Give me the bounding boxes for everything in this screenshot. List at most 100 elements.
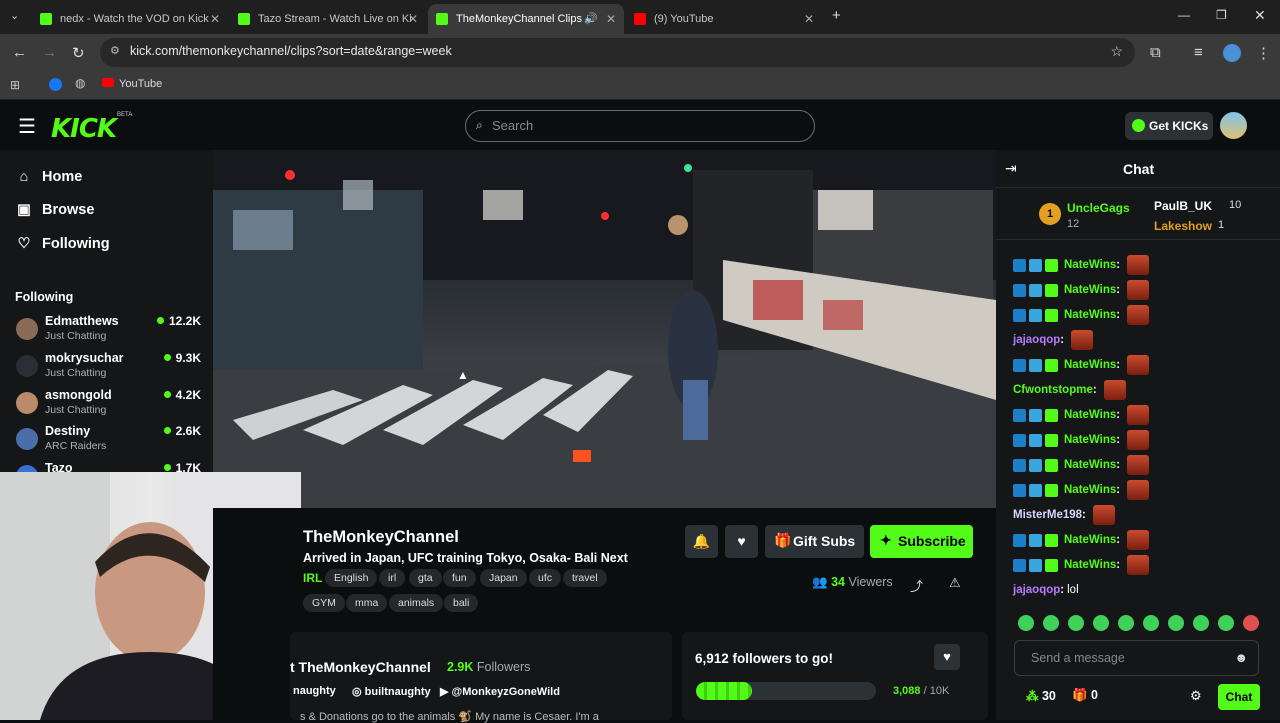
browser-tab-4[interactable]: (9) YouTube ✕ xyxy=(626,4,822,34)
emote-icon[interactable] xyxy=(1043,615,1059,631)
chat-username[interactable]: NateWins xyxy=(1064,259,1116,271)
tag[interactable]: mma xyxy=(346,594,388,612)
followed-channel[interactable]: mokrysuchar Just Chatting 9.3K xyxy=(16,351,201,385)
chat-username[interactable]: jajaoqop xyxy=(1013,584,1060,596)
chat-input[interactable]: Send a message ☻ xyxy=(1014,640,1259,676)
restore-icon[interactable]: ❐ xyxy=(1216,8,1227,22)
search-input[interactable]: ⌕ Search xyxy=(465,110,815,142)
collapse-chat-icon[interactable]: ⇥ xyxy=(1005,160,1017,177)
goal-follow-button[interactable]: ♥ xyxy=(934,644,960,670)
send-chat-button[interactable]: Chat xyxy=(1218,684,1260,710)
youtube-bookmark[interactable]: YouTube xyxy=(102,78,162,90)
chat-username[interactable]: NateWins xyxy=(1064,309,1116,321)
reload-icon[interactable]: ↻ xyxy=(72,44,85,62)
emote-icon[interactable] xyxy=(1193,615,1209,631)
bookmark-star-icon[interactable]: ☆ xyxy=(1110,43,1123,60)
sidebar-item-browse[interactable]: ▣ Browse xyxy=(16,202,94,218)
tag[interactable]: animals xyxy=(389,594,444,612)
emote-icon[interactable] xyxy=(1243,615,1259,631)
get-kicks-button[interactable]: Get KICKs xyxy=(1125,112,1213,140)
extensions-icon[interactable]: ⧉ xyxy=(1150,44,1161,61)
browser-tab-1[interactable]: nedx - Watch the VOD on Kick ✕ xyxy=(32,4,228,34)
globe-icon[interactable]: ◍ xyxy=(75,76,85,90)
tag[interactable]: travel xyxy=(563,569,607,587)
leader-name[interactable]: PaulB_UK xyxy=(1154,199,1212,213)
menu-icon[interactable]: ⋮ xyxy=(1256,44,1271,62)
tag[interactable]: GYM xyxy=(303,594,345,612)
badge-icon xyxy=(1045,533,1058,547)
close-window-icon[interactable]: ✕ xyxy=(1254,7,1266,24)
points-indicator[interactable]: ⁂ 30 xyxy=(1026,688,1056,703)
chat-username[interactable]: MisterMe198 xyxy=(1013,509,1082,521)
video-player[interactable]: ▲ xyxy=(213,150,996,508)
user-avatar[interactable] xyxy=(1220,112,1247,139)
tag[interactable]: English xyxy=(325,569,378,587)
emote-icon[interactable] xyxy=(1168,615,1184,631)
facebook-icon[interactable] xyxy=(49,78,62,91)
back-icon[interactable]: ← xyxy=(12,44,27,61)
tab-close-icon[interactable]: ✕ xyxy=(606,12,616,26)
forward-icon[interactable]: → xyxy=(42,44,57,61)
emote-icon[interactable] xyxy=(1093,615,1109,631)
tag[interactable]: ufc xyxy=(529,569,562,587)
tag[interactable]: irl xyxy=(379,569,406,587)
followed-channel[interactable]: asmongold Just Chatting 4.2K xyxy=(16,388,201,422)
tag[interactable]: fun xyxy=(443,569,476,587)
new-tab-icon[interactable]: + xyxy=(832,7,841,24)
audio-icon[interactable]: 🔊 xyxy=(584,12,598,25)
category-link[interactable]: IRL xyxy=(303,571,322,585)
tag[interactable]: bali xyxy=(444,594,479,612)
channel-name[interactable]: TheMonkeyChannel xyxy=(303,528,459,547)
sidebar-item-home[interactable]: ⌂ Home xyxy=(16,169,83,185)
browser-tab-3[interactable]: TheMonkeyChannel Clips - 🔊 ✕ xyxy=(428,4,624,34)
media-icon[interactable]: ≡ xyxy=(1194,44,1203,61)
chat-username[interactable]: NateWins xyxy=(1064,409,1116,421)
chat-username[interactable]: NateWins xyxy=(1064,284,1116,296)
followed-channel[interactable]: Edmatthews Just Chatting 12.2K xyxy=(16,314,201,348)
tab-search-icon[interactable]: ⌄ xyxy=(10,9,19,22)
chat-username[interactable]: NateWins xyxy=(1064,534,1116,546)
tab-title: Tazo Stream - Watch Live on Ki xyxy=(258,13,412,25)
chat-username[interactable]: NateWins xyxy=(1064,359,1116,371)
tab-close-icon[interactable]: ✕ xyxy=(804,12,814,26)
gifts-indicator[interactable]: 🎁 0 xyxy=(1072,688,1098,703)
hamburger-menu-icon[interactable]: ☰ xyxy=(18,114,36,139)
chat-username[interactable]: NateWins xyxy=(1064,434,1116,446)
minimize-icon[interactable]: — xyxy=(1178,8,1190,22)
emote-icon[interactable] xyxy=(1018,615,1034,631)
site-info-icon[interactable]: ⚙ xyxy=(110,44,120,57)
subscribe-button[interactable]: ✦ Subscribe xyxy=(870,525,973,558)
youtube-link[interactable]: ▶ @MonkeyzGoneWild xyxy=(440,685,560,698)
emote-icon[interactable] xyxy=(1218,615,1234,631)
tag[interactable]: Japan xyxy=(480,569,527,587)
chat-username[interactable]: Cfwontstopme xyxy=(1013,384,1093,396)
report-icon[interactable]: ⚠ xyxy=(949,575,961,591)
chat-username[interactable]: jajaoqop xyxy=(1013,334,1060,346)
kick-logo[interactable]: KICK xyxy=(51,114,117,144)
share-icon[interactable]: ⤴ xyxy=(910,576,923,595)
social-link[interactable]: naughty xyxy=(293,685,336,697)
tab-close-icon[interactable]: ✕ xyxy=(408,12,418,26)
emote-icon[interactable] xyxy=(1118,615,1134,631)
followed-channel[interactable]: Destiny ARC Raiders 2.6K xyxy=(16,424,201,458)
notification-bell-button[interactable]: 🔔 xyxy=(685,525,718,558)
tag[interactable]: gta xyxy=(409,569,442,587)
chat-username[interactable]: NateWins xyxy=(1064,559,1116,571)
profile-avatar[interactable] xyxy=(1223,44,1241,62)
emote-icon[interactable] xyxy=(1143,615,1159,631)
tab-close-icon[interactable]: ✕ xyxy=(210,12,220,26)
instagram-link[interactable]: ◎ builtnaughty xyxy=(352,685,431,698)
emote-icon[interactable] xyxy=(1068,615,1084,631)
chat-settings-icon[interactable]: ⚙ xyxy=(1190,688,1202,704)
apps-icon[interactable]: ⊞ xyxy=(10,78,20,92)
chat-username[interactable]: NateWins xyxy=(1064,459,1116,471)
sidebar-item-following[interactable]: ♡ Following xyxy=(16,236,110,252)
emoji-picker-icon[interactable]: ☻ xyxy=(1234,650,1248,665)
chat-username[interactable]: NateWins xyxy=(1064,484,1116,496)
follow-button[interactable]: ♥ xyxy=(725,525,758,558)
leader-name[interactable]: Lakeshow xyxy=(1154,219,1212,233)
url-field[interactable]: ⚙ kick.com/themonkeychannel/clips?sort=d… xyxy=(100,38,1135,67)
gift-subs-button[interactable]: 🎁 Gift Subs xyxy=(765,525,864,558)
leader-name[interactable]: UncleGags xyxy=(1067,201,1130,215)
browser-tab-2[interactable]: Tazo Stream - Watch Live on Ki ✕ xyxy=(230,4,426,34)
